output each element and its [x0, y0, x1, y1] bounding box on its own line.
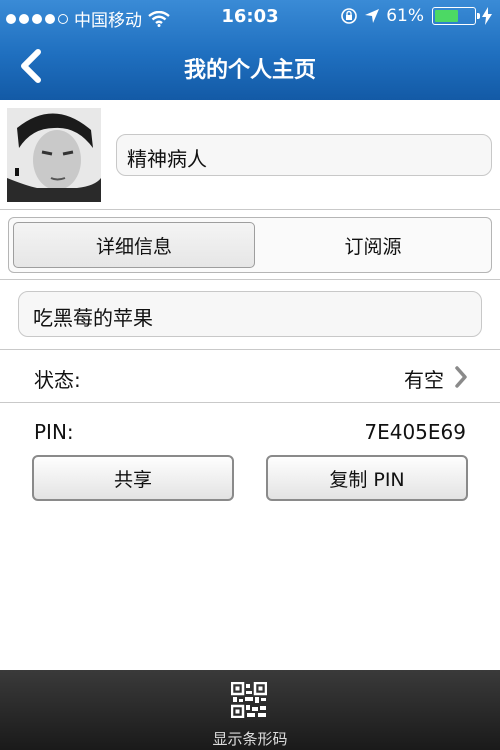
personal-message-field[interactable]: 吃黑莓的苹果: [18, 291, 482, 337]
chevron-right-icon: [455, 366, 467, 388]
pin-value: 7E405E69: [364, 420, 466, 444]
copy-pin-button[interactable]: 复制 PIN: [266, 455, 468, 501]
share-button[interactable]: 共享: [32, 455, 234, 501]
show-barcode-label: 显示条形码: [212, 730, 288, 748]
page-title: 我的个人主页: [183, 58, 316, 83]
display-name-field[interactable]: 精神病人: [116, 134, 492, 176]
tab-feeds[interactable]: 订阅源: [257, 222, 489, 268]
avatar[interactable]: [7, 108, 101, 202]
qr-code-icon: [231, 682, 267, 718]
orientation-lock-icon: [341, 8, 358, 24]
tab-details[interactable]: 详细信息: [13, 222, 255, 268]
divider: [0, 209, 500, 210]
battery-icon: [432, 7, 480, 25]
divider: [0, 279, 500, 280]
header: 中国移动 16:03 61% 我的个人主页: [0, 0, 500, 100]
charging-bolt-icon: [482, 7, 492, 25]
divider: [0, 349, 500, 350]
status-bar: 中国移动 16:03 61%: [0, 0, 500, 32]
location-arrow-icon: [365, 9, 380, 23]
tab-segment-control: 详细信息 订阅源: [8, 217, 492, 273]
divider: [0, 402, 500, 403]
status-value: 有空: [404, 368, 444, 392]
battery-percent: 61%: [386, 6, 424, 26]
pin-label: PIN:: [34, 420, 74, 444]
